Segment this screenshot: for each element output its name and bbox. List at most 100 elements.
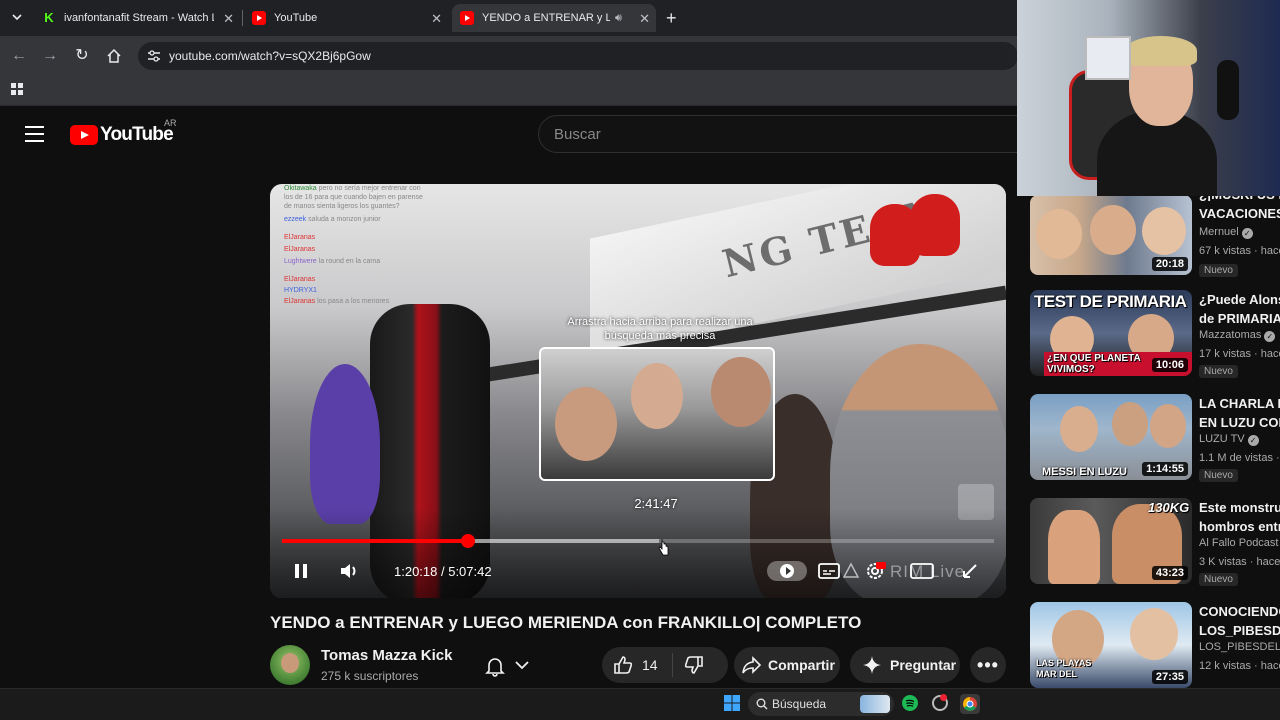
channel-name[interactable]: Tomas Mazza Kick: [321, 647, 452, 664]
video-title: Este monstru: [1199, 500, 1280, 515]
tab-title: YENDO a ENTRENAR y LUEGO: [482, 12, 610, 24]
notification-dot: [940, 694, 947, 701]
tab-current-video[interactable]: YENDO a ENTRENAR y LUEGO 🔊︎ ✕: [452, 4, 656, 32]
taskbar-search[interactable]: Búsqueda: [748, 692, 894, 716]
tab-search-chevron-icon[interactable]: [10, 10, 24, 24]
related-video[interactable]: MESSI EN LUZU 1:14:55 LA CHARLA D EN LUZ…: [1030, 394, 1280, 490]
close-icon[interactable]: ✕: [223, 11, 234, 27]
close-icon[interactable]: ✕: [431, 11, 442, 27]
settings-gear-icon[interactable]: [864, 560, 886, 582]
like-divider: [671, 653, 673, 677]
controls-scrim: [270, 508, 1006, 598]
back-arrow-icon[interactable]: ←: [9, 46, 29, 66]
ai-triangle-icon[interactable]: [842, 562, 860, 580]
thumbs-down-icon: [684, 656, 703, 674]
home-icon[interactable]: [106, 48, 122, 64]
channel-name-text: LUZU TV: [1199, 433, 1245, 445]
reload-icon[interactable]: ↻: [72, 46, 92, 66]
chat-user: ElJaranas: [284, 246, 316, 253]
thumb-caption: LAS PLAYAS MAR DEL: [1036, 658, 1092, 679]
channel-name: LUZU TV ✓: [1199, 433, 1259, 446]
tab-divider: [242, 10, 243, 26]
app-icon[interactable]: [932, 694, 948, 711]
chevron-down-icon[interactable]: [514, 658, 530, 675]
channel-avatar[interactable]: [270, 645, 310, 685]
chat-user: Lughtwere: [284, 258, 317, 265]
site-settings-icon[interactable]: [147, 49, 161, 63]
video-meta: 1.1 M de vistas · ha: [1199, 452, 1280, 464]
channel-name-text: Mernuel: [1199, 226, 1239, 238]
autoplay-toggle[interactable]: [767, 561, 807, 581]
thumb-caption: MESSI EN LUZU: [1042, 466, 1127, 478]
related-video[interactable]: TEST DE PRIMARIA ¿EN QUE PLANETA VIVIMOS…: [1030, 290, 1280, 386]
video-title: hombros entr: [1199, 519, 1280, 534]
related-video[interactable]: LAS PLAYAS MAR DEL 27:35 CONOCIENDO LOS_…: [1030, 602, 1280, 698]
exit-fullscreen-icon[interactable]: [960, 561, 980, 581]
new-badge: Nuevo: [1199, 573, 1238, 586]
video-title: ¿Puede Alons: [1199, 292, 1280, 307]
streamer-webcam-overlay: [1017, 0, 1280, 196]
video-title: CONOCIENDO: [1199, 604, 1280, 619]
new-badge: Nuevo: [1199, 469, 1238, 482]
video-meta: 12 k vistas · hace: [1199, 660, 1280, 672]
chat-message: saluda a monzon junior: [308, 216, 381, 223]
video-title: YENDO a ENTRENAR y LUEGO MERIENDA con FR…: [270, 613, 862, 632]
channel-name: LOS_PIBESDELF: [1199, 641, 1280, 653]
thumbs-up-icon: [614, 656, 633, 674]
video-player[interactable]: NG TEAM Okitawaka pero no sería mejor en…: [270, 184, 1006, 598]
progress-scrubber[interactable]: [460, 534, 475, 548]
tab-youtube[interactable]: YouTube ✕: [244, 4, 448, 32]
speaker-icon[interactable]: 🔊︎: [615, 12, 622, 25]
chat-user: ElJaranas: [284, 234, 316, 241]
address-bar[interactable]: youtube.com/watch?v=sQX2Bj6pGow: [138, 42, 1018, 70]
pause-icon[interactable]: [292, 562, 310, 580]
preview-face: [711, 357, 771, 427]
chat-user: Okitawaka: [284, 185, 317, 192]
spotify-icon[interactable]: [902, 695, 918, 711]
like-count: 14: [642, 657, 658, 673]
more-actions-button[interactable]: •••: [970, 647, 1006, 683]
video-thumbnail: MESSI EN LUZU 1:14:55: [1030, 394, 1192, 480]
share-button[interactable]: Compartir: [734, 647, 840, 683]
video-meta: 17 k vistas · hace: [1199, 348, 1280, 360]
chrome-icon[interactable]: [960, 694, 980, 714]
chat-user: ElJaranas: [284, 298, 316, 305]
bell-icon[interactable]: [484, 655, 506, 682]
subtitles-icon[interactable]: [818, 562, 840, 580]
chat-user: ezzeek: [284, 216, 307, 223]
youtube-logo[interactable]: YouTube AR: [70, 118, 177, 146]
ask-button[interactable]: Preguntar: [850, 647, 960, 683]
windows-taskbar: [0, 688, 1280, 720]
channel-name: Mazzatomas ✓: [1199, 329, 1276, 342]
dislike-button[interactable]: [683, 654, 705, 676]
stream-chat-overlay: Okitawaka pero no sería mejor entrenar c…: [284, 184, 424, 306]
kick-icon: K: [42, 11, 56, 25]
video-duration: 10:06: [1151, 358, 1188, 372]
like-dislike-group: 14: [602, 647, 728, 683]
chat-message: los pasa a los menores: [317, 298, 390, 305]
forward-arrow-icon[interactable]: →: [40, 46, 60, 66]
menu-icon[interactable]: [25, 126, 44, 142]
seek-preview-thumbnail: [539, 347, 775, 481]
apps-grid-icon[interactable]: [10, 82, 24, 96]
url-text: youtube.com/watch?v=sQX2Bj6pGow: [169, 49, 371, 63]
volume-icon[interactable]: [338, 561, 360, 581]
preview-face: [555, 387, 617, 461]
video-title: de PRIMARIA: [1199, 311, 1280, 326]
like-button[interactable]: 14: [612, 654, 658, 676]
thumb-caption: 130KG: [1148, 500, 1190, 515]
video-thumbnail: 130KG 43:23: [1030, 498, 1192, 584]
related-video[interactable]: 20:18 ¿¡MUSKI US LI VACACIONES Mernuel✓ …: [1030, 187, 1280, 291]
windows-start-icon[interactable]: [724, 695, 740, 711]
subscriber-count: 275 k suscriptores: [321, 669, 419, 683]
person-silhouette: [310, 364, 380, 524]
search-input[interactable]: Buscar: [538, 115, 1028, 153]
tab-kick-stream[interactable]: K ivanfontanafit Stream - Watch Live ✕: [34, 4, 240, 32]
new-tab-button[interactable]: +: [666, 8, 677, 29]
video-title: VACACIONES: [1199, 206, 1280, 221]
thumb-face: [1090, 205, 1136, 255]
related-video[interactable]: 130KG 43:23 Este monstru hombros entr Al…: [1030, 498, 1280, 594]
close-icon[interactable]: ✕: [639, 11, 650, 27]
channel-name: Al Fallo Podcast: [1199, 537, 1279, 549]
video-meta: 67 k vistas · hace: [1199, 245, 1280, 257]
